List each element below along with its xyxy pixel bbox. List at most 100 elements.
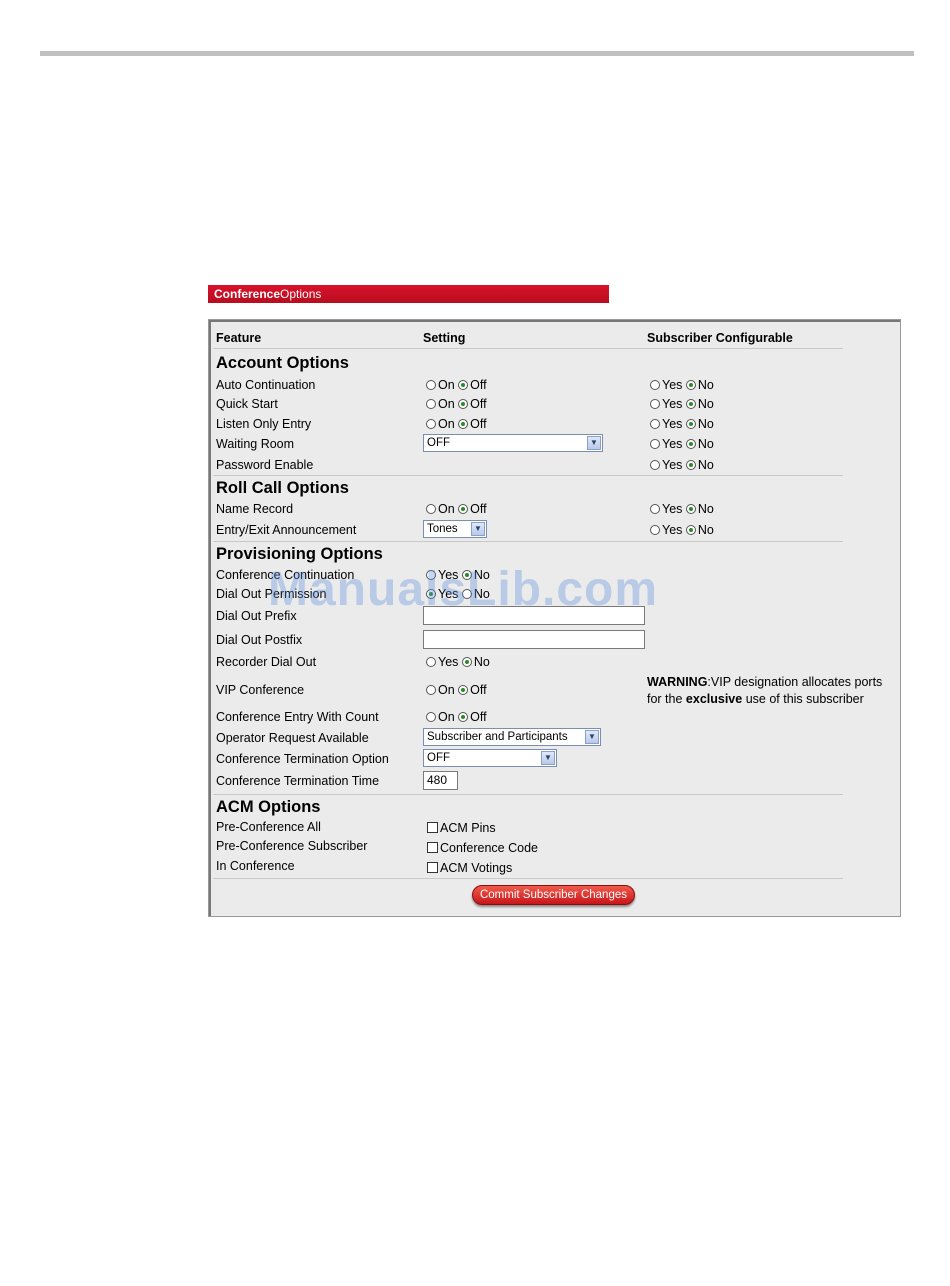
label-recorder-dial-out: Recorder Dial Out bbox=[216, 655, 317, 669]
name-record-subscriber: Yes No bbox=[650, 502, 714, 516]
listen-only-setting: On Off bbox=[426, 417, 487, 431]
conference-code-checkbox-row: Conference Code bbox=[427, 841, 538, 855]
radio-no[interactable] bbox=[685, 380, 696, 390]
radio-no[interactable] bbox=[685, 504, 696, 514]
radio-no[interactable] bbox=[685, 439, 696, 449]
label-pre-conference-all: Pre-Conference All bbox=[216, 820, 321, 834]
radio-yes[interactable] bbox=[426, 570, 436, 580]
conference-options-header: ConferenceOptions bbox=[208, 285, 609, 303]
radio-on[interactable] bbox=[426, 685, 436, 695]
label-password-enable: Password Enable bbox=[216, 458, 314, 472]
recorder-dial-out-setting: Yes No bbox=[426, 655, 490, 669]
col-setting: Setting bbox=[423, 331, 466, 345]
password-enable-subscriber: Yes No bbox=[650, 458, 714, 472]
acm-pins-checkbox[interactable] bbox=[427, 822, 438, 833]
operator-request-select[interactable]: Subscriber and Participants ▼ bbox=[423, 728, 601, 746]
divider bbox=[213, 541, 843, 542]
col-feature: Feature bbox=[216, 331, 262, 345]
acm-votings-checkbox-row: ACM Votings bbox=[427, 861, 512, 875]
radio-on[interactable] bbox=[426, 380, 436, 390]
radio-yes[interactable] bbox=[650, 419, 660, 429]
radio-yes[interactable] bbox=[650, 439, 660, 449]
chevron-down-icon: ▼ bbox=[471, 522, 485, 536]
radio-no[interactable] bbox=[685, 399, 696, 409]
radio-yes[interactable] bbox=[426, 589, 436, 599]
commit-subscriber-changes-button[interactable]: Commit Subscriber Changes bbox=[472, 885, 635, 905]
section-account-options: Account Options bbox=[216, 354, 349, 372]
chevron-down-icon: ▼ bbox=[541, 751, 555, 765]
divider bbox=[213, 794, 843, 795]
radio-no[interactable] bbox=[461, 589, 472, 599]
chevron-down-icon: ▼ bbox=[585, 730, 599, 744]
radio-off[interactable] bbox=[458, 504, 469, 514]
radio-no[interactable] bbox=[685, 525, 696, 535]
dial-out-prefix-input[interactable] bbox=[423, 606, 645, 625]
radio-yes[interactable] bbox=[650, 380, 660, 390]
label-in-conference: In Conference bbox=[216, 859, 295, 873]
label-conference-continuation: Conference Continuation bbox=[216, 568, 355, 582]
radio-on[interactable] bbox=[426, 504, 436, 514]
radio-on[interactable] bbox=[426, 712, 436, 722]
vip-warning-text: WARNING:VIP designation allocates ports … bbox=[647, 675, 883, 706]
vip-conference-setting: On Off bbox=[426, 683, 487, 697]
col-subscriber-configurable: Subscriber Configurable bbox=[647, 331, 793, 345]
chevron-down-icon: ▼ bbox=[587, 436, 601, 450]
label-conference-termination-option: Conference Termination Option bbox=[216, 752, 389, 766]
radio-off[interactable] bbox=[458, 380, 469, 390]
label-waiting-room: Waiting Room bbox=[216, 437, 295, 451]
conference-code-checkbox[interactable] bbox=[427, 842, 438, 853]
radio-yes[interactable] bbox=[650, 460, 660, 470]
label-conference-termination-time: Conference Termination Time bbox=[216, 774, 380, 788]
auto-continuation-setting: On Off bbox=[426, 378, 487, 392]
entry-exit-select[interactable]: Tones ▼ bbox=[423, 520, 487, 538]
radio-yes[interactable] bbox=[650, 399, 660, 409]
radio-on[interactable] bbox=[426, 399, 436, 409]
radio-off[interactable] bbox=[458, 685, 469, 695]
radio-off[interactable] bbox=[458, 419, 469, 429]
radio-no[interactable] bbox=[461, 657, 472, 667]
radio-on[interactable] bbox=[426, 419, 436, 429]
name-record-setting: On Off bbox=[426, 502, 487, 516]
auto-continuation-subscriber: Yes No bbox=[650, 378, 714, 392]
radio-yes[interactable] bbox=[650, 525, 660, 535]
divider bbox=[213, 878, 843, 879]
dial-out-postfix-input[interactable] bbox=[423, 630, 645, 649]
label-dial-out-postfix: Dial Out Postfix bbox=[216, 633, 303, 647]
conference-options-panel: Feature Setting Subscriber Configurable … bbox=[208, 319, 901, 917]
conference-continuation-setting: Yes No bbox=[426, 568, 490, 582]
entry-with-count-setting: On Off bbox=[426, 710, 487, 724]
label-name-record: Name Record bbox=[216, 502, 294, 516]
termination-time-input[interactable]: 480 bbox=[423, 771, 458, 790]
label-dial-out-permission: Dial Out Permission bbox=[216, 587, 327, 601]
label-listen-only-entry: Listen Only Entry bbox=[216, 417, 312, 431]
acm-votings-checkbox[interactable] bbox=[427, 862, 438, 873]
divider bbox=[213, 348, 843, 349]
radio-off[interactable] bbox=[458, 399, 469, 409]
label-dial-out-prefix: Dial Out Prefix bbox=[216, 609, 297, 623]
label-pre-conference-subscriber: Pre-Conference Subscriber bbox=[216, 839, 368, 853]
waiting-room-subscriber: Yes No bbox=[650, 437, 714, 451]
termination-option-select[interactable]: OFF ▼ bbox=[423, 749, 557, 767]
quick-start-subscriber: Yes No bbox=[650, 397, 714, 411]
section-roll-call-options: Roll Call Options bbox=[216, 479, 349, 497]
radio-no[interactable] bbox=[685, 419, 696, 429]
label-operator-request-available: Operator Request Available bbox=[216, 731, 369, 745]
section-acm-options: ACM Options bbox=[216, 798, 321, 816]
radio-yes[interactable] bbox=[650, 504, 660, 514]
radio-no[interactable] bbox=[461, 570, 472, 580]
section-provisioning-options: Provisioning Options bbox=[216, 545, 383, 563]
label-entry-exit-announcement: Entry/Exit Announcement bbox=[216, 523, 357, 537]
label-conference-entry-with-count: Conference Entry With Count bbox=[216, 710, 379, 724]
radio-no[interactable] bbox=[685, 460, 696, 470]
top-rule bbox=[40, 51, 914, 56]
label-auto-continuation: Auto Continuation bbox=[216, 378, 316, 392]
radio-yes[interactable] bbox=[426, 657, 436, 667]
entry-exit-subscriber: Yes No bbox=[650, 523, 714, 537]
waiting-room-select[interactable]: OFF ▼ bbox=[423, 434, 603, 452]
radio-off[interactable] bbox=[458, 712, 469, 722]
listen-only-subscriber: Yes No bbox=[650, 417, 714, 431]
quick-start-setting: On Off bbox=[426, 397, 487, 411]
divider bbox=[213, 475, 843, 476]
acm-pins-checkbox-row: ACM Pins bbox=[427, 821, 496, 835]
dial-out-permission-setting: Yes No bbox=[426, 587, 490, 601]
